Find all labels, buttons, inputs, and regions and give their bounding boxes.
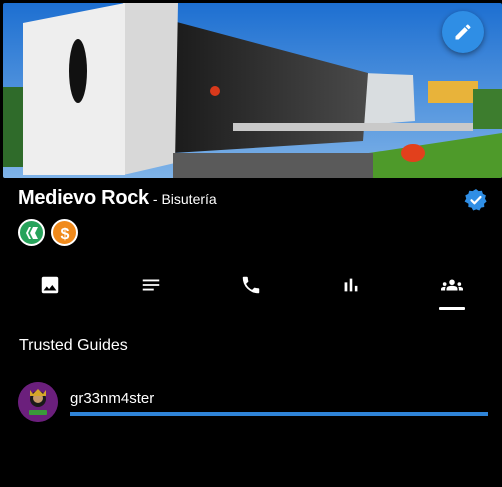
- profile-category: - Bisutería: [152, 191, 217, 207]
- guide-row[interactable]: gr33nm4ster: [18, 382, 488, 424]
- tab-contact[interactable]: [201, 262, 301, 312]
- verified-icon: [464, 188, 488, 212]
- badges-row: $: [18, 219, 78, 246]
- guide-progress-bar: [70, 412, 488, 416]
- cover-photo: [3, 3, 502, 178]
- edit-button[interactable]: [442, 11, 484, 53]
- phone-icon: [242, 276, 260, 294]
- svg-text:$: $: [60, 226, 69, 242]
- profile-name: Medievo Rock: [18, 187, 149, 209]
- profile-page: Medievo Rock - Bisutería $ Trusted Guide…: [0, 0, 502, 487]
- avatar[interactable]: [18, 382, 58, 422]
- image-icon: [41, 276, 59, 294]
- hive-icon[interactable]: [18, 219, 45, 246]
- guide-username[interactable]: gr33nm4ster: [70, 390, 154, 407]
- profile-tabs: [0, 262, 502, 312]
- tab-photos[interactable]: [0, 262, 100, 312]
- group-icon: [440, 279, 463, 291]
- tab-description[interactable]: [100, 262, 200, 312]
- tab-guides[interactable]: [402, 262, 502, 312]
- dollar-icon[interactable]: $: [51, 219, 78, 246]
- pencil-icon: [455, 24, 471, 40]
- profile-header: Medievo Rock - Bisutería: [18, 187, 217, 210]
- guide-progress-fill: [70, 412, 488, 416]
- bar-chart-icon: [345, 278, 358, 292]
- section-title: Trusted Guides: [19, 337, 128, 354]
- tab-stats[interactable]: [301, 262, 401, 312]
- text-lines-icon: [142, 279, 159, 291]
